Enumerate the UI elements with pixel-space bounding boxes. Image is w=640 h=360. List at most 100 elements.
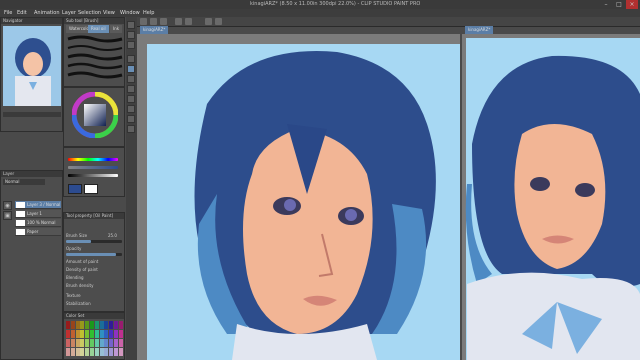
blend-tool-icon[interactable]	[127, 105, 135, 113]
zoom-icon[interactable]	[127, 21, 135, 29]
brush-icon[interactable]	[127, 65, 135, 73]
brush-stroke-previews[interactable]	[66, 35, 124, 87]
color-set-swatch[interactable]	[99, 330, 104, 338]
opacity-slider[interactable]	[66, 253, 122, 256]
main-color-swatch[interactable]	[68, 184, 82, 194]
color-set-swatch[interactable]	[75, 330, 80, 338]
saturation-slider[interactable]	[68, 166, 118, 169]
open-file-icon[interactable]	[150, 18, 157, 25]
color-wheel[interactable]	[72, 92, 118, 138]
color-set-swatch[interactable]	[66, 339, 70, 347]
color-set-swatch[interactable]	[85, 348, 90, 356]
color-set-swatch[interactable]	[118, 330, 123, 338]
color-set-swatch[interactable]	[114, 321, 118, 329]
color-set-swatch[interactable]	[118, 348, 123, 356]
color-set-swatch[interactable]	[104, 321, 109, 329]
color-set-swatch[interactable]	[66, 348, 70, 356]
artwork-main[interactable]	[137, 34, 460, 360]
color-set-swatch[interactable]	[80, 348, 85, 356]
color-set-swatch[interactable]	[94, 330, 99, 338]
color-set-swatch[interactable]	[104, 348, 109, 356]
color-set-swatch[interactable]	[99, 348, 104, 356]
layer-row[interactable]: Paper	[15, 228, 61, 236]
zoom-slider[interactable]	[3, 112, 61, 117]
color-set-swatch[interactable]	[109, 339, 114, 347]
gradient-icon[interactable]	[127, 95, 135, 103]
color-set-swatch[interactable]	[90, 339, 94, 347]
menu-animation[interactable]: Animation	[34, 10, 60, 16]
menu-help[interactable]: Help	[143, 10, 154, 16]
color-set-swatch[interactable]	[70, 348, 75, 356]
color-set-swatch[interactable]	[104, 339, 109, 347]
color-set-swatch[interactable]	[66, 321, 70, 329]
save-icon[interactable]	[160, 18, 167, 25]
pen-icon[interactable]	[127, 55, 135, 63]
color-set-swatch[interactable]	[75, 348, 80, 356]
canvas-tab-main[interactable]: kinagiARZ*	[140, 26, 169, 34]
color-set-swatch[interactable]	[85, 321, 90, 329]
color-set-swatch[interactable]	[114, 339, 118, 347]
color-set-swatch[interactable]	[109, 348, 114, 356]
layer-row[interactable]: Layer 3 / Normal	[15, 201, 61, 209]
move-icon[interactable]	[127, 31, 135, 39]
redo-icon[interactable]	[185, 18, 192, 25]
color-set-swatch[interactable]	[118, 321, 123, 329]
color-set-swatch[interactable]	[85, 339, 90, 347]
tab-real-oil[interactable]: Real oil	[88, 25, 109, 33]
sub-color-swatch[interactable]	[84, 184, 98, 194]
color-set-grid[interactable]	[66, 321, 124, 359]
color-set-swatch[interactable]	[99, 321, 104, 329]
color-set-swatch[interactable]	[109, 330, 114, 338]
lock-icon[interactable]: ▣	[3, 211, 12, 220]
artwork-secondary[interactable]	[462, 34, 640, 360]
color-set-swatch[interactable]	[90, 321, 94, 329]
hand-icon[interactable]	[127, 41, 135, 49]
clear-icon[interactable]	[205, 18, 212, 25]
color-set-swatch[interactable]	[80, 330, 85, 338]
color-set-swatch[interactable]	[104, 330, 109, 338]
color-set-swatch[interactable]	[75, 321, 80, 329]
menu-edit[interactable]: Edit	[17, 10, 27, 16]
layer-row[interactable]: 100 % Normal	[15, 219, 61, 227]
brush-size-slider[interactable]	[66, 240, 122, 243]
transform-icon[interactable]	[215, 18, 222, 25]
eyedropper-icon[interactable]	[127, 115, 135, 123]
color-set-swatch[interactable]	[80, 339, 85, 347]
color-set-swatch[interactable]	[114, 330, 118, 338]
text-icon[interactable]	[127, 125, 135, 133]
canvas-tab-secondary[interactable]: kinagiARZ*	[465, 26, 494, 34]
new-file-icon[interactable]	[140, 18, 147, 25]
tab-ink[interactable]: Ink	[110, 25, 123, 33]
color-set-swatch[interactable]	[90, 330, 94, 338]
menu-selection[interactable]: Selection	[78, 10, 101, 16]
undo-icon[interactable]	[175, 18, 182, 25]
color-set-swatch[interactable]	[94, 348, 99, 356]
menu-file[interactable]: File	[4, 10, 12, 16]
color-set-swatch[interactable]	[109, 321, 114, 329]
color-set-swatch[interactable]	[66, 330, 70, 338]
close-icon[interactable]: ×	[626, 0, 638, 9]
value-slider[interactable]	[68, 174, 118, 177]
blend-mode-select[interactable]: Normal	[3, 179, 45, 185]
color-set-swatch[interactable]	[70, 330, 75, 338]
color-set-swatch[interactable]	[118, 339, 123, 347]
hue-slider[interactable]	[68, 158, 118, 161]
menu-window[interactable]: Window	[120, 10, 140, 16]
canvas-area-secondary[interactable]	[462, 34, 640, 360]
color-set-swatch[interactable]	[94, 321, 99, 329]
color-set-swatch[interactable]	[70, 339, 75, 347]
maximize-icon[interactable]: □	[613, 0, 625, 9]
color-set-swatch[interactable]	[75, 339, 80, 347]
eye-icon[interactable]: ◉	[3, 201, 12, 210]
color-set-swatch[interactable]	[80, 321, 85, 329]
color-set-swatch[interactable]	[70, 321, 75, 329]
canvas-area-main[interactable]	[137, 34, 460, 360]
fill-icon[interactable]	[127, 85, 135, 93]
color-set-swatch[interactable]	[99, 339, 104, 347]
color-set-swatch[interactable]	[94, 339, 99, 347]
color-set-swatch[interactable]	[114, 348, 118, 356]
eraser-icon[interactable]	[127, 75, 135, 83]
color-set-swatch[interactable]	[85, 330, 90, 338]
navigator-preview[interactable]	[3, 26, 61, 106]
minimize-icon[interactable]: –	[600, 0, 612, 9]
